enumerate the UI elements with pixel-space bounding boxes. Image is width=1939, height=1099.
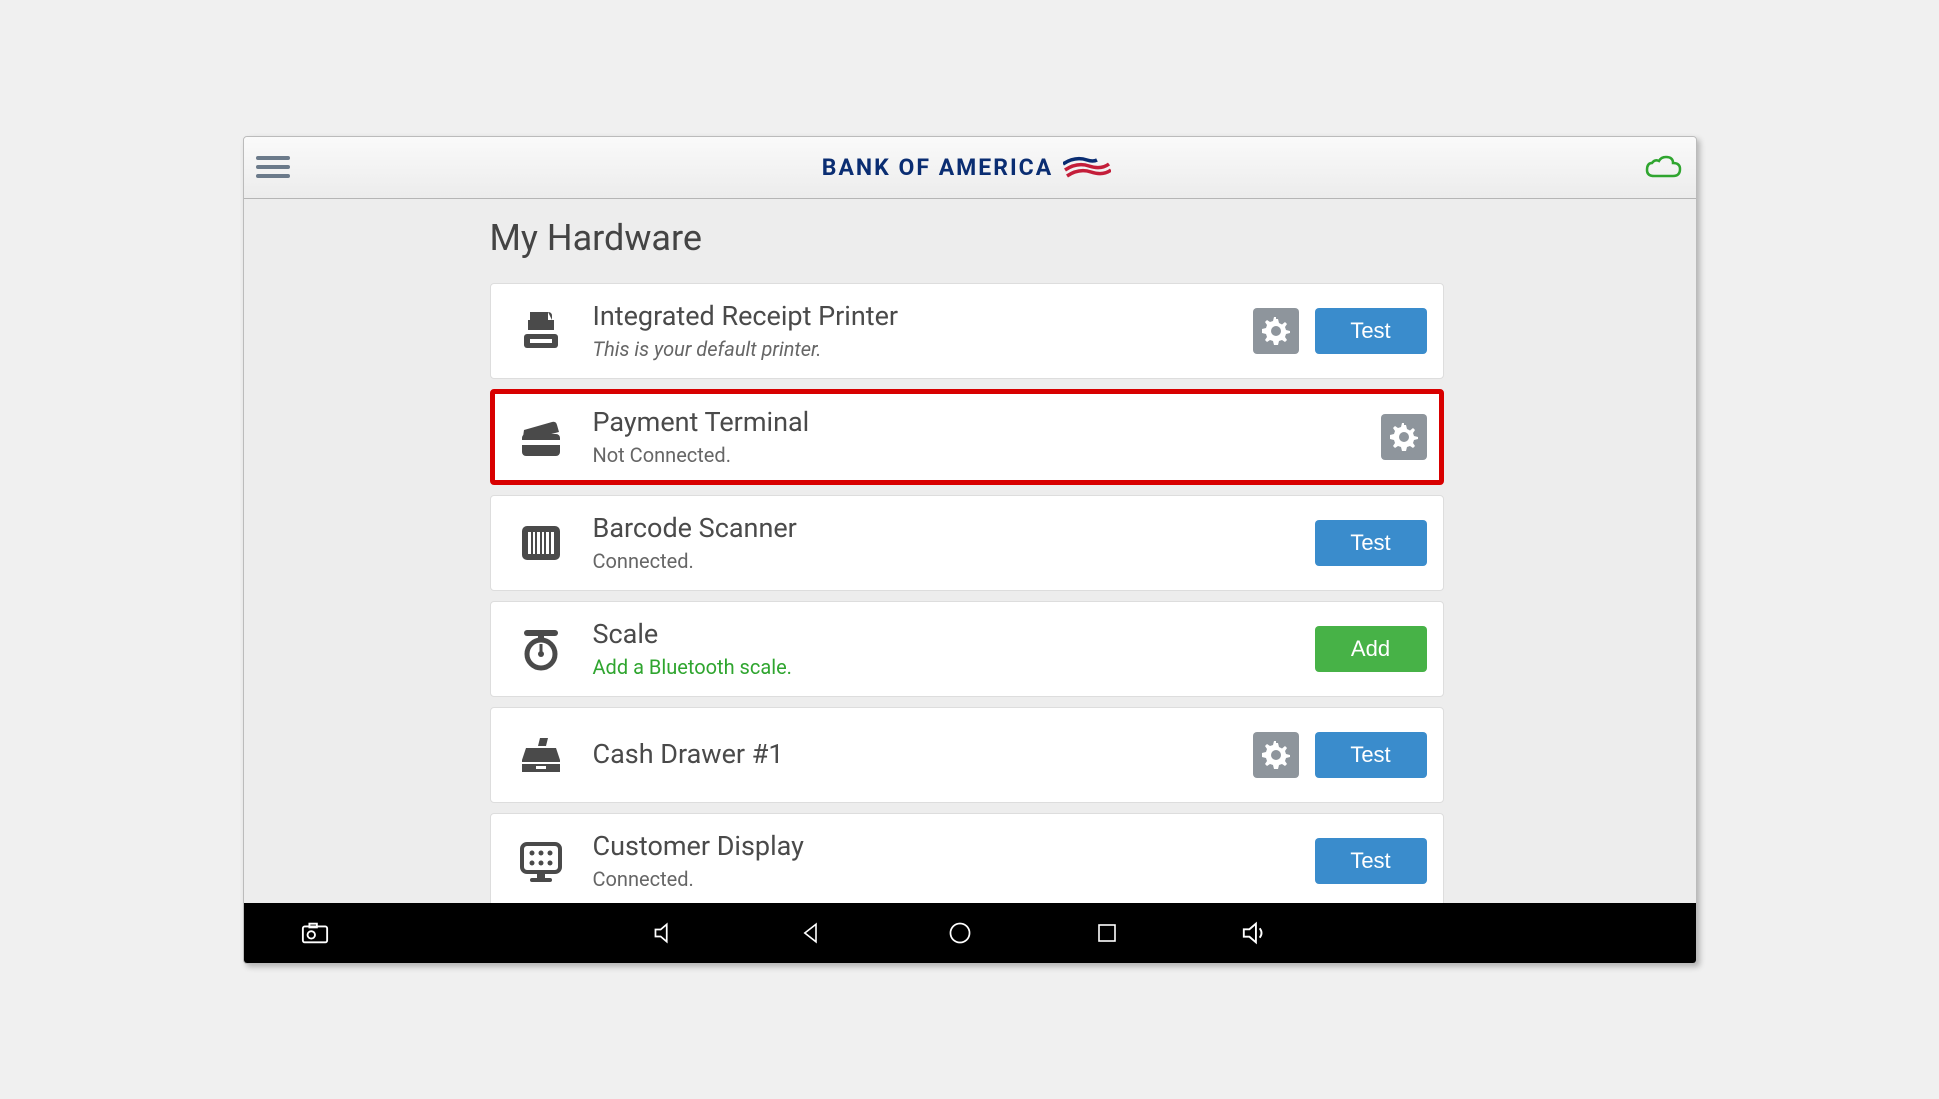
hardware-item-subtitle: Connected. [593, 867, 1315, 891]
drawer-icon [507, 730, 575, 780]
hardware-item[interactable]: Integrated Receipt Printer This is your d… [490, 283, 1444, 379]
hardware-item-actions: Test [1315, 838, 1427, 884]
test-button[interactable]: Test [1315, 732, 1427, 778]
hardware-list: Integrated Receipt Printer This is your d… [490, 283, 1444, 903]
system-nav-bar [244, 903, 1696, 963]
hardware-item[interactable]: Barcode Scanner Connected.Test [490, 495, 1444, 591]
camera-icon[interactable] [300, 918, 330, 948]
hardware-item-subtitle: This is your default printer. [593, 337, 1253, 361]
test-button[interactable]: Test [1315, 308, 1427, 354]
printer-icon [507, 306, 575, 356]
display-icon [507, 836, 575, 886]
hardware-item-title: Scale [593, 618, 1315, 650]
test-button[interactable]: Test [1315, 838, 1427, 884]
hardware-item-subtitle: Add a Bluetooth scale. [593, 655, 1315, 679]
hardware-item-title: Cash Drawer #1 [593, 738, 1253, 770]
barcode-icon [507, 518, 575, 568]
hardware-item[interactable]: Customer Display Connected.Test [490, 813, 1444, 903]
hardware-item-title: Integrated Receipt Printer [593, 300, 1253, 332]
add-button[interactable]: Add [1315, 626, 1427, 672]
brand-logo: BANK OF AMERICA [822, 152, 1111, 182]
gear-icon [1389, 422, 1419, 452]
app-frame: BANK OF AMERICA My Hardware Integrated R… [243, 136, 1697, 964]
hardware-item-title: Customer Display [593, 830, 1315, 862]
hardware-item-text: Customer Display Connected. [593, 830, 1315, 890]
volume-up-icon[interactable] [1240, 918, 1270, 948]
top-bar: BANK OF AMERICA [244, 137, 1696, 199]
page-title: My Hardware [490, 217, 1696, 259]
gear-icon [1261, 740, 1291, 770]
hardware-item-actions [1381, 414, 1427, 460]
hardware-item-title: Barcode Scanner [593, 512, 1315, 544]
hardware-item-subtitle: Not Connected. [593, 443, 1381, 467]
brand-flag-icon [1063, 152, 1111, 182]
menu-button[interactable] [256, 151, 290, 183]
content-area: My Hardware Integrated Receipt Printer Th… [244, 199, 1696, 903]
brand-text: BANK OF AMERICA [822, 154, 1053, 181]
hardware-item-actions: Test [1315, 520, 1427, 566]
recents-icon[interactable] [1092, 918, 1122, 948]
hardware-item-actions: Add [1315, 626, 1427, 672]
hardware-item-text: Cash Drawer #1 [593, 738, 1253, 770]
test-button[interactable]: Test [1315, 520, 1427, 566]
settings-button[interactable] [1253, 308, 1299, 354]
hardware-item[interactable]: Scale Add a Bluetooth scale.Add [490, 601, 1444, 697]
hardware-item[interactable]: Payment Terminal Not Connected. [490, 389, 1444, 485]
hardware-item-actions: Test [1253, 732, 1427, 778]
settings-button[interactable] [1253, 732, 1299, 778]
back-icon[interactable] [797, 918, 827, 948]
scale-icon [507, 624, 575, 674]
hardware-item-text: Integrated Receipt Printer This is your d… [593, 300, 1253, 360]
hardware-item[interactable]: Cash Drawer #1 Test [490, 707, 1444, 803]
hardware-item-text: Scale Add a Bluetooth scale. [593, 618, 1315, 678]
volume-down-icon[interactable] [650, 918, 680, 948]
card-icon [507, 412, 575, 462]
hardware-item-text: Barcode Scanner Connected. [593, 512, 1315, 572]
hardware-item-title: Payment Terminal [593, 406, 1381, 438]
cloud-status-icon[interactable] [1643, 153, 1683, 181]
hardware-item-actions: Test [1253, 308, 1427, 354]
settings-button[interactable] [1381, 414, 1427, 460]
hardware-item-subtitle: Connected. [593, 549, 1315, 573]
gear-icon [1261, 316, 1291, 346]
home-icon[interactable] [945, 918, 975, 948]
hardware-item-text: Payment Terminal Not Connected. [593, 406, 1381, 466]
